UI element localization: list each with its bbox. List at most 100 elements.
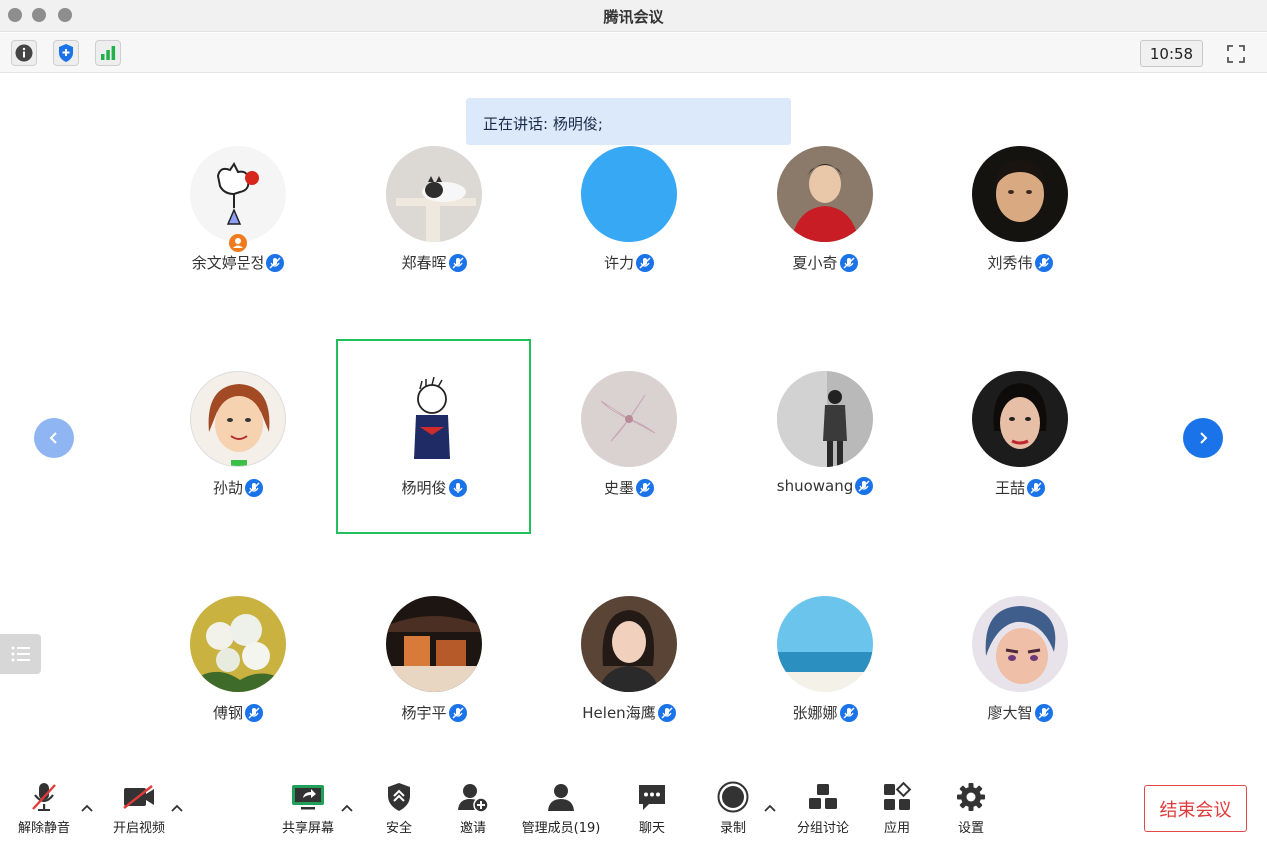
gear-icon [953, 780, 989, 814]
participant-name: 史墨 [603, 479, 634, 497]
meeting-window: 腾讯会议 10:58 正在讲话: 杨明俊; 余文婷문정 郑春晖 许力 夏小奇 刘… [0, 0, 1267, 842]
participant-tile[interactable]: 王喆 [922, 363, 1118, 557]
breakout-rooms-icon [805, 780, 841, 814]
shield-icon [59, 44, 73, 62]
microphone-muted-icon [855, 477, 874, 495]
participant-name-row: 许力 [531, 252, 727, 273]
participant-tile[interactable]: 余文婷문정 [140, 138, 336, 332]
avatar [972, 146, 1068, 242]
participant-name: 杨宇平 [401, 704, 447, 722]
previous-page-button[interactable] [34, 418, 74, 458]
meeting-info-button[interactable] [11, 40, 37, 66]
apps-button[interactable]: 应用 [857, 780, 937, 836]
microphone-muted-icon [448, 703, 467, 722]
meeting-clock: 10:58 [1140, 40, 1203, 67]
participant-name: 刘秀伟 [987, 254, 1033, 272]
participant-tile[interactable]: 史墨 [531, 363, 727, 557]
settings-button[interactable]: 设置 [931, 780, 1011, 836]
participant-tile[interactable]: 刘秀伟 [922, 138, 1118, 332]
participant-name-row: shuowang [727, 477, 923, 495]
avatar [581, 371, 677, 467]
settings-label: 设置 [957, 821, 984, 836]
chevron-up-icon[interactable] [80, 802, 94, 816]
camera-off-icon [121, 780, 157, 814]
network-status-button[interactable] [95, 40, 121, 66]
share-screen-icon [290, 780, 326, 814]
manage-members-button[interactable]: 管理成员(19) [511, 780, 611, 836]
participant-tile[interactable]: Helen海鹰 [531, 588, 727, 782]
microphone-muted-icon [657, 703, 676, 722]
microphone-muted-icon [266, 253, 285, 272]
end-meeting-button[interactable]: 结束会议 [1144, 785, 1247, 832]
participant-name: 余文婷문정 [191, 254, 265, 272]
chevron-left-icon [49, 432, 57, 444]
shield-icon [381, 780, 417, 814]
chevron-up-icon[interactable] [340, 802, 354, 816]
chat-button[interactable]: 聊天 [612, 780, 692, 836]
meeting-info-bar: 10:58 [0, 33, 1267, 73]
participant-name-row: 傅钢 [140, 702, 336, 723]
signal-bars-icon [101, 46, 116, 60]
participant-tile[interactable]: 傅钢 [140, 588, 336, 782]
info-icon [15, 44, 33, 62]
window-title: 腾讯会议 [603, 8, 664, 26]
participant-tile[interactable]: 孙劼 [140, 363, 336, 557]
participant-name: 许力 [603, 254, 634, 272]
avatar [386, 146, 482, 242]
participant-name-row: 郑春晖 [336, 252, 532, 273]
chevron-up-icon[interactable] [763, 802, 777, 816]
participant-tile[interactable]: 郑春晖 [336, 138, 532, 332]
participant-name: 孙劼 [212, 479, 243, 497]
record-button[interactable]: 录制 [693, 780, 773, 836]
avatar [386, 371, 482, 467]
list-icon [11, 646, 30, 662]
participant-name: 廖大智 [987, 704, 1033, 722]
participant-name-row: 孙劼 [140, 477, 336, 498]
share-screen-label: 共享屏幕 [281, 821, 334, 836]
record-icon [715, 780, 751, 814]
apps-grid-icon [879, 780, 915, 814]
unmute-label: 解除静音 [17, 821, 70, 836]
participant-name-row: Helen海鹰 [531, 702, 727, 723]
share-screen-button[interactable]: 共享屏幕 [268, 780, 348, 836]
fullscreen-button[interactable] [1222, 40, 1250, 68]
breakout-rooms-button[interactable]: 分组讨论 [783, 780, 863, 836]
chat-bubble-icon [634, 780, 670, 814]
microphone-muted-icon [1034, 253, 1053, 272]
avatar [777, 371, 873, 467]
start-video-button[interactable]: 开启视频 [99, 780, 179, 836]
security-status-button[interactable] [53, 40, 79, 66]
add-user-icon [455, 780, 491, 814]
participant-tile[interactable]: 杨宇平 [336, 588, 532, 782]
participant-tile[interactable]: 张娜娜 [727, 588, 923, 782]
members-icon [543, 780, 579, 814]
fullscreen-icon [1227, 45, 1245, 63]
participant-tile[interactable]: 许力 [531, 138, 727, 332]
participant-name: Helen海鹰 [582, 704, 656, 722]
microphone-on-icon [448, 478, 467, 497]
avatar [190, 371, 286, 467]
participant-tile-active-speaker[interactable]: 杨明俊 [336, 363, 532, 557]
chat-label: 聊天 [638, 821, 665, 836]
microphone-muted-icon [839, 253, 858, 272]
record-label: 录制 [719, 821, 746, 836]
security-button[interactable]: 安全 [359, 780, 439, 836]
microphone-muted-icon [636, 253, 654, 272]
title-bar: 腾讯会议 [0, 0, 1267, 32]
next-page-button[interactable] [1183, 418, 1223, 458]
avatar [190, 146, 286, 242]
microphone-muted-icon [245, 478, 263, 497]
participant-tile[interactable]: 夏小奇 [727, 138, 923, 332]
invite-label: 邀请 [459, 821, 486, 836]
unmute-button[interactable]: 解除静音 [4, 780, 84, 836]
breakout-rooms-label: 分组讨论 [796, 821, 849, 836]
chevron-up-icon[interactable] [170, 802, 184, 816]
member-list-toggle[interactable] [0, 634, 41, 674]
participant-name-row: 杨宇平 [336, 702, 532, 723]
participant-name-row: 史墨 [531, 477, 727, 498]
participant-tile[interactable]: 廖大智 [922, 588, 1118, 782]
participant-tile[interactable]: shuowang [727, 363, 923, 557]
invite-button[interactable]: 邀请 [433, 780, 513, 836]
microphone-muted-icon [636, 478, 654, 497]
apps-label: 应用 [883, 821, 910, 836]
